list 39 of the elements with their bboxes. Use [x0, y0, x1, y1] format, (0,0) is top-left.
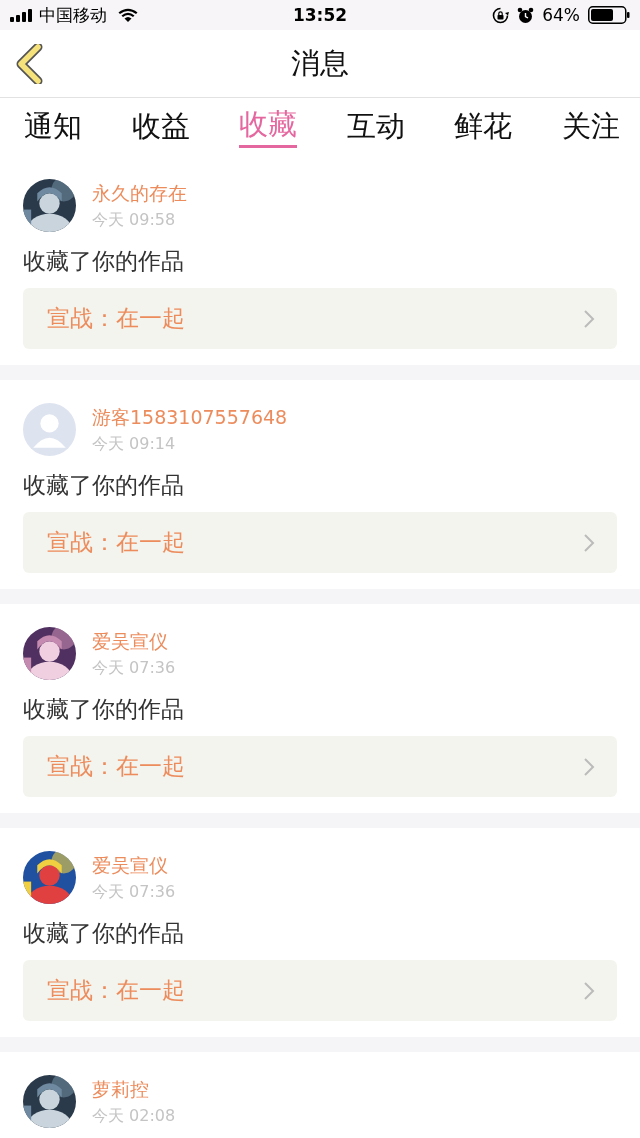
tab[interactable]: 互动 [346, 98, 405, 150]
message-text: 收藏了你的作品 [22, 471, 185, 500]
tab[interactable]: 鲜花 [454, 98, 513, 150]
chevron-icon [583, 980, 595, 1001]
tab[interactable]: 通知 [24, 98, 82, 150]
user-name[interactable]: 爱吴宣仪 [92, 852, 176, 879]
tab[interactable]: 收益 [131, 98, 190, 150]
work-link[interactable]: 宣战：在一起 [23, 736, 617, 797]
user-name[interactable]: 永久的存在 [92, 180, 187, 207]
work-link[interactable]: 宣战：在一起 [23, 960, 617, 1021]
page-title: 消息 [290, 44, 350, 82]
tab[interactable]: 关注 [561, 98, 620, 150]
message-time: 今天 09:14 [92, 433, 177, 455]
chevron-icon [583, 756, 595, 777]
status-time: 13:52 [292, 5, 348, 25]
message-text: 收藏了你的作品 [22, 247, 185, 276]
work-link[interactable]: 宣战：在一起 [23, 288, 617, 349]
wifi-icon [118, 8, 138, 22]
message-text: 收藏了你的作品 [22, 919, 185, 948]
alarm-icon [517, 6, 535, 24]
chevron-icon [583, 308, 595, 329]
rotation-lock-icon [492, 6, 510, 24]
message-text: 收藏了你的作品 [22, 695, 185, 724]
work-link[interactable]: 宣战：在一起 [23, 512, 617, 573]
user-name[interactable]: 游客1583107557648 [92, 404, 288, 431]
carrier-name: 中国移动 [39, 3, 107, 27]
message-time: 今天 07:36 [92, 657, 176, 679]
user-name[interactable]: 萝莉控 [92, 1076, 176, 1103]
user-name[interactable]: 爱吴宣仪 [92, 628, 176, 655]
battery-icon [588, 6, 630, 24]
signal-icon [10, 8, 34, 22]
chevron-icon [583, 532, 595, 553]
tab[interactable]: 收藏 [239, 98, 298, 148]
back-icon[interactable] [16, 43, 44, 84]
avatar-icon [23, 403, 76, 456]
message-time: 今天 02:08 [92, 1105, 176, 1127]
message-time: 今天 09:58 [92, 209, 177, 231]
battery-percent: 64% [542, 5, 580, 25]
message-time: 今天 07:36 [92, 881, 176, 903]
